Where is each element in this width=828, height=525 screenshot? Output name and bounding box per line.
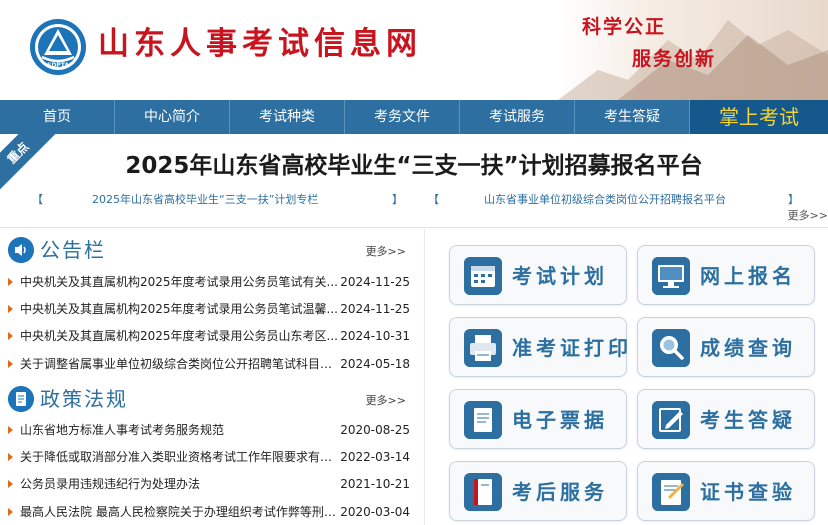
- list-item-date: 2021-10-21: [340, 477, 410, 491]
- main-nav: 首页 中心简介 考试种类 考务文件 考试服务 考生答疑 掌上考试: [0, 100, 828, 134]
- list-item[interactable]: 公务员录用违规违纪行为处理办法 2021-10-21: [8, 471, 412, 497]
- bracket-close-1: 】: [392, 193, 403, 206]
- list-item-date: 2024-05-18: [340, 357, 410, 371]
- policies-header: 政策法规 更多>>: [4, 380, 414, 414]
- list-item-date: 2024-11-25: [340, 302, 410, 316]
- list-item-date: 2020-08-25: [340, 423, 410, 437]
- certificate-verify-button[interactable]: 证书查验: [637, 461, 815, 521]
- bullet-icon: [8, 305, 13, 313]
- bracket-close-2: 】: [788, 193, 799, 206]
- logo-text: SDPTA: [47, 62, 69, 69]
- site-header: SDPTA 山东人事考试信息网 科学公正 服务创新: [0, 0, 828, 100]
- calendar-icon: [464, 257, 502, 295]
- bullet-icon: [8, 360, 13, 368]
- list-item[interactable]: 关于调整省属事业单位初级综合类岗位公开招聘笔试科目的... 2024-05-18: [8, 351, 412, 377]
- service-label: 网上报名: [700, 264, 796, 288]
- list-item-date: 2022-03-14: [340, 450, 410, 464]
- notices-more-link[interactable]: 更多>>: [366, 243, 406, 259]
- e-receipt-button[interactable]: 电子票据: [449, 389, 627, 449]
- candidate-faq-button[interactable]: 考生答疑: [637, 389, 815, 449]
- highlight-banner: 重点 2025年山东省高校毕业生“三支一扶”计划招募报名平台 【 2025年山东…: [0, 115, 828, 228]
- bullet-icon: [8, 453, 13, 461]
- slogan-line2: 服务创新: [632, 48, 717, 70]
- sdpta-logo-icon[interactable]: SDPTA: [28, 17, 88, 77]
- bullet-icon: [8, 332, 13, 340]
- speaker-icon: [8, 237, 34, 263]
- list-item[interactable]: 山东省地方标准人事考试考务服务规范 2020-08-25: [8, 417, 412, 443]
- nav-exam-services[interactable]: 考试服务: [460, 100, 575, 134]
- nav-exam-types[interactable]: 考试种类: [230, 100, 345, 134]
- policies-more-link[interactable]: 更多>>: [366, 392, 406, 408]
- list-item-title[interactable]: 中央机关及其直属机构2025年度考试录用公务员笔试有关...: [20, 269, 340, 295]
- monitor-icon: [652, 257, 690, 295]
- list-item[interactable]: 中央机关及其直属机构2025年度考试录用公务员山东考区... 2024-10-3…: [8, 323, 412, 349]
- list-item-title[interactable]: 中央机关及其直属机构2025年度考试录用公务员笔试温馨...: [20, 296, 340, 322]
- list-item-date: 2024-10-31: [340, 329, 410, 343]
- list-item[interactable]: 最高人民法院 最高人民检察院关于办理组织考试作弊等刑事... 2020-03-0…: [8, 499, 412, 525]
- banner-link-sanzhi[interactable]: 2025年山东省高校毕业生“三支一扶”计划专栏: [92, 191, 318, 207]
- list-item-title[interactable]: 关于降低或取消部分准入类职业资格考试工作年限要求有关...: [20, 444, 340, 470]
- bullet-icon: [8, 508, 13, 516]
- book-icon: [464, 473, 502, 511]
- nav-about[interactable]: 中心简介: [115, 100, 230, 134]
- bracket-open-1: 【: [32, 193, 43, 206]
- list-item[interactable]: 中央机关及其直属机构2025年度考试录用公务员笔试有关... 2024-11-2…: [8, 269, 412, 295]
- slogan-line1: 科学公正: [582, 16, 667, 38]
- post-exam-service-button[interactable]: 考后服务: [449, 461, 627, 521]
- service-label: 准考证打印: [512, 336, 632, 360]
- list-item-title[interactable]: 中央机关及其直属机构2025年度考试录用公务员山东考区...: [20, 323, 340, 349]
- document-icon: [8, 386, 34, 412]
- service-label: 电子票据: [512, 408, 608, 432]
- receipt-icon: [464, 401, 502, 439]
- list-item-title[interactable]: 关于调整省属事业单位初级综合类岗位公开招聘笔试科目的...: [20, 351, 340, 377]
- banner-headline[interactable]: 2025年山东省高校毕业生“三支一扶”计划招募报名平台: [0, 146, 828, 180]
- bullet-icon: [8, 278, 13, 286]
- edit-icon: [652, 401, 690, 439]
- banner-link-recruitment[interactable]: 山东省事业单位初级综合类岗位公开招聘报名平台: [484, 191, 726, 207]
- list-item-date: 2020-03-04: [340, 505, 410, 519]
- notices-title: 公告栏: [40, 238, 106, 262]
- list-item-title[interactable]: 山东省地方标准人事考试考务服务规范: [20, 417, 340, 443]
- site-title[interactable]: 山东人事考试信息网: [98, 22, 422, 66]
- service-label: 证书查验: [700, 480, 796, 504]
- banner-more-link[interactable]: 更多>>: [788, 207, 828, 223]
- policies-title: 政策法规: [40, 387, 128, 411]
- service-label: 成绩查询: [700, 336, 796, 360]
- certificate-icon: [652, 473, 690, 511]
- nav-home[interactable]: 首页: [0, 100, 115, 134]
- services-panel: 考试计划 网上报名 准考证打印 成绩查询 电子票据 考生答疑 考后服务 证书查验: [424, 229, 828, 525]
- magnifier-icon: [652, 329, 690, 367]
- list-item[interactable]: 中央机关及其直属机构2025年度考试录用公务员笔试温馨... 2024-11-2…: [8, 296, 412, 322]
- admission-ticket-button[interactable]: 准考证打印: [449, 317, 628, 377]
- nav-exam-documents[interactable]: 考务文件: [345, 100, 460, 134]
- exam-schedule-button[interactable]: 考试计划: [449, 245, 627, 305]
- score-query-button[interactable]: 成绩查询: [637, 317, 815, 377]
- online-registration-button[interactable]: 网上报名: [637, 245, 815, 305]
- notices-header: 公告栏 更多>>: [4, 231, 414, 265]
- banner-link-row: 【 2025年山东省高校毕业生“三支一扶”计划专栏 】 【 山东省事业单位初级综…: [0, 191, 828, 207]
- news-panel: 公告栏 更多>> 中央机关及其直属机构2025年度考试录用公务员笔试有关... …: [0, 229, 418, 525]
- list-item[interactable]: 关于降低或取消部分准入类职业资格考试工作年限要求有关... 2022-03-14: [8, 444, 412, 470]
- service-label: 考后服务: [512, 480, 608, 504]
- bracket-open-2: 【: [428, 193, 439, 206]
- bullet-icon: [8, 426, 13, 434]
- list-item-date: 2024-11-25: [340, 275, 410, 289]
- nav-faq[interactable]: 考生答疑: [575, 100, 690, 134]
- service-label: 考试计划: [512, 264, 608, 288]
- bullet-icon: [8, 480, 13, 488]
- printer-icon: [464, 329, 502, 367]
- list-item-title[interactable]: 最高人民法院 最高人民检察院关于办理组织考试作弊等刑事...: [20, 499, 340, 525]
- nav-mobile-exam[interactable]: 掌上考试: [690, 100, 828, 134]
- list-item-title[interactable]: 公务员录用违规违纪行为处理办法: [20, 471, 340, 497]
- service-label: 考生答疑: [700, 408, 796, 432]
